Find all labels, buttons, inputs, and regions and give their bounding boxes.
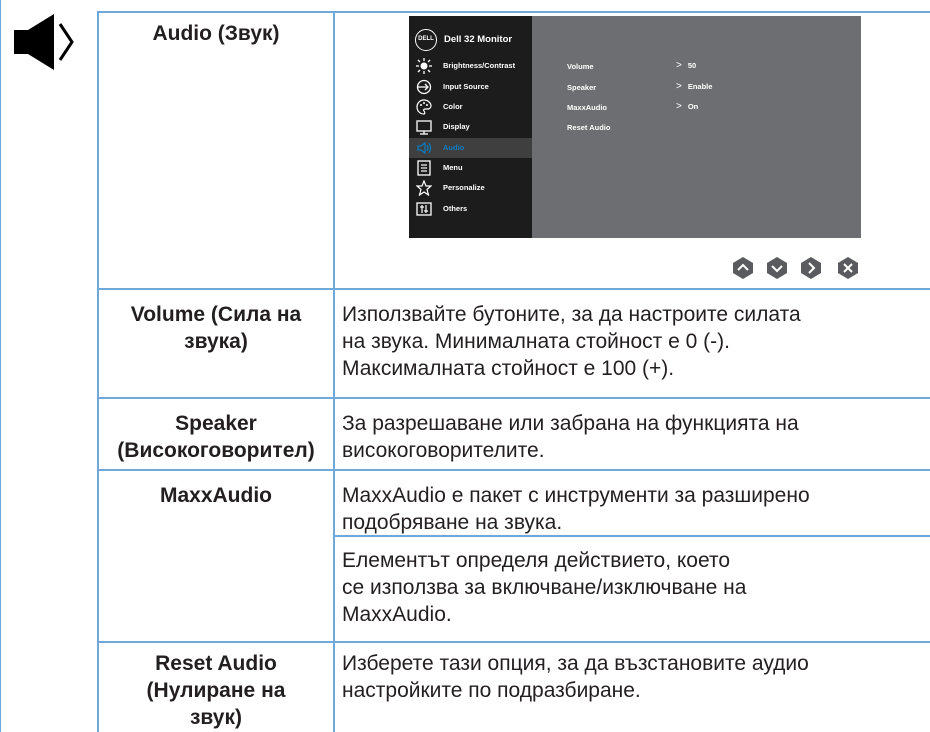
table-border-left [0, 0, 1, 732]
osd-menu-label: Input Source [443, 82, 489, 91]
row-desc-speaker: За разрешаване или забрана на функцията … [342, 412, 799, 462]
speaker-icon [14, 14, 74, 70]
osd-menu-personalize[interactable]: Personalize [409, 178, 532, 198]
osd-menu-label: Color [443, 102, 463, 111]
osd-menu-label: Others [443, 204, 468, 213]
osd-menu-label: Brightness/Contrast [443, 61, 516, 70]
table-border-row3 [97, 469, 930, 471]
chevron-right-icon: > [676, 81, 682, 92]
brightness-icon [416, 58, 432, 74]
menu-icon [417, 160, 431, 176]
close-button[interactable] [836, 256, 860, 280]
table-border-top [97, 11, 930, 13]
osd-value-volume: >50 [676, 60, 697, 71]
osd-menu-brightness[interactable]: Brightness/Contrast [409, 56, 532, 76]
row-desc-volume: Използвайте бутоните, за да настроите си… [342, 303, 801, 380]
osd-menu-others[interactable]: Others [409, 199, 532, 219]
row-title-volume: Volume (Сила на звука) [130, 303, 302, 353]
osd-header: DELL Dell 32 Monitor [409, 16, 861, 61]
osd-title: Dell 32 Monitor [444, 34, 513, 45]
osd-value-maxxaudio: > On [676, 101, 699, 112]
row-title-audio: Audio (Звук) [152, 22, 280, 45]
chevron-right-icon: > [676, 60, 682, 71]
table-border-row2 [97, 397, 930, 399]
display-icon [416, 120, 432, 135]
input-source-icon [416, 79, 432, 95]
osd-setting-speaker[interactable]: Speaker [567, 83, 596, 92]
up-button[interactable] [731, 256, 755, 280]
osd-setting-reset-audio[interactable]: Reset Audio [567, 123, 610, 132]
osd-menu-label: Menu [443, 163, 463, 172]
chevron-right-icon: > [676, 101, 682, 112]
color-icon [416, 99, 432, 115]
table-border-row1 [97, 288, 930, 290]
row-title-maxxaudio: MaxxAudio [159, 484, 272, 507]
dell-logo: DELL [415, 29, 437, 51]
row-desc-maxxaudio-1: MaxxAudio е пакет с инструменти за разши… [342, 484, 810, 534]
osd-menu-display[interactable]: Display [409, 117, 532, 137]
row-title-reset-audio: Reset Audio (Нулиране на звук) [146, 652, 286, 729]
row-title-speaker: Speaker (Високоговорител) [117, 412, 315, 462]
osd-menu-menu[interactable]: Menu [409, 158, 532, 178]
osd-value-speaker: > Enable [676, 81, 713, 92]
osd-menu-color[interactable]: Color [409, 97, 532, 117]
table-border-col1 [97, 12, 99, 732]
osd-setting-maxxaudio[interactable]: MaxxAudio [567, 103, 607, 112]
table-border-row4 [97, 641, 930, 643]
osd-menu-input-source[interactable]: Input Source [409, 77, 532, 97]
osd-menu-label: Personalize [443, 183, 485, 192]
star-icon [416, 180, 432, 196]
osd-setting-volume[interactable]: Volume [567, 62, 594, 71]
row-desc-maxxaudio-2: Елементът определя действието, което се … [342, 549, 747, 626]
osd-menu-audio[interactable]: Audio [409, 138, 532, 158]
right-button[interactable] [799, 256, 823, 280]
down-button[interactable] [765, 256, 789, 280]
osd-menu-label: Audio [443, 143, 465, 152]
table-border-col2 [333, 12, 335, 732]
osd-screen: DELL Dell 32 Monitor Brightness/Contrast… [409, 16, 861, 238]
osd-menu-label: Display [443, 122, 470, 131]
audio-icon [417, 141, 432, 155]
row-desc-reset-audio: Изберете тази опция, за да възстановите … [342, 652, 809, 702]
others-icon [416, 202, 432, 216]
